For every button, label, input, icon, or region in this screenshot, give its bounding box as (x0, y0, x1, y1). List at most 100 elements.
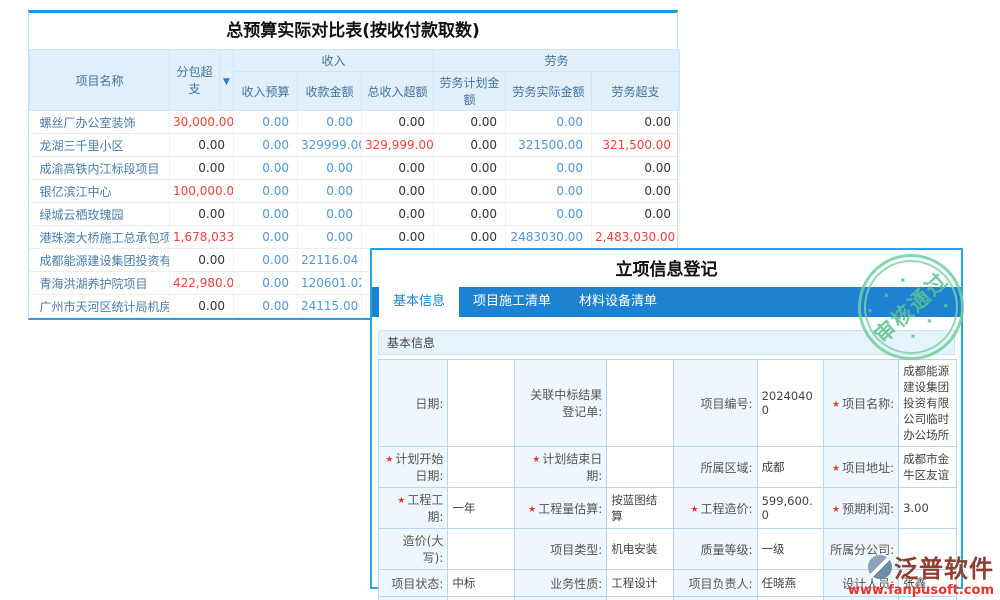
col-header-receipt-amount[interactable]: 收款金额 (298, 72, 362, 111)
col-header-labor-overrun[interactable]: 劳务超支 (592, 72, 680, 111)
field-value[interactable] (448, 447, 514, 488)
amount-cell: 321,500.00 (592, 134, 680, 157)
field-value[interactable]: 一年 (448, 488, 514, 529)
field-value[interactable] (607, 360, 673, 447)
field-value[interactable] (607, 447, 673, 488)
field-value[interactable]: 成都 (757, 447, 823, 488)
vendor-name: 泛普软件 (894, 549, 994, 584)
field-label: 项目编号: (673, 360, 757, 447)
amount-cell: 0.00 (234, 272, 298, 295)
field-label: 项目状态: (379, 570, 448, 597)
field-label: 业务性质: (514, 570, 606, 597)
dialog-tab-0[interactable]: 基本信息 (379, 287, 459, 317)
project-name-cell[interactable]: 绿城云栖玫瑰园 (30, 203, 170, 226)
amount-cell: 0.00 (362, 157, 434, 180)
amount-cell: 0.00 (170, 295, 234, 318)
form-row: ★计划开始日期:★计划结束日期:所属区域:成都★项目地址:成都市金牛区友谊 (379, 447, 957, 488)
required-icon: ★ (832, 505, 840, 515)
field-label: ★项目名称: (824, 360, 899, 447)
amount-cell: 0.00 (234, 203, 298, 226)
amount-cell: 0.00 (434, 157, 506, 180)
col-header-subcontract-overrun[interactable]: 分包超支 (170, 50, 220, 111)
project-name-cell[interactable]: 广州市天河区统计局机房改造 (30, 295, 170, 318)
amount-cell: 0.00 (434, 134, 506, 157)
field-label: ★工程量估算: (514, 488, 606, 529)
amount-cell: 0.00 (234, 157, 298, 180)
project-name-cell[interactable]: 螺丝厂办公室装饰 (30, 111, 170, 134)
amount-cell: 0.00 (234, 111, 298, 134)
amount-cell: 0.00 (298, 226, 362, 249)
field-label: ★工程工期: (379, 488, 448, 529)
field-value[interactable]: 邓琴 (607, 597, 673, 600)
table-row: 绿城云栖玫瑰园0.000.000.000.000.000.000.00 (30, 203, 680, 226)
sort-down-icon[interactable]: ▼ (223, 77, 230, 87)
dialog-tab-2[interactable]: 材料设备清单 (565, 287, 671, 317)
dialog-tabbar: 基本信息项目施工清单材料设备清单 (372, 287, 961, 317)
field-value[interactable]: 任晓燕 (757, 570, 823, 597)
field-label: 地勘人员: (514, 597, 606, 600)
field-value[interactable]: 按蓝图结算 (607, 488, 673, 529)
project-name-cell[interactable]: 成渝高铁内江标段项目 (30, 157, 170, 180)
amount-cell: 0.00 (592, 203, 680, 226)
field-value[interactable] (448, 529, 514, 570)
field-label: ★计划开始日期: (379, 447, 448, 488)
amount-cell: 1,678,033.00 (170, 226, 234, 249)
fanpu-logo-icon (868, 555, 892, 579)
project-name-cell[interactable]: 青海洪湖养护院项目 (30, 272, 170, 295)
amount-cell: 0.00 (362, 180, 434, 203)
required-icon: ★ (832, 400, 840, 410)
field-value[interactable]: 工程设计 (607, 570, 673, 597)
amount-cell: 0.00 (434, 111, 506, 134)
amount-cell: 30,000.00 (170, 111, 234, 134)
project-name-cell[interactable]: 港珠澳大桥施工总承包项目 (30, 226, 170, 249)
field-value[interactable]: 599,600.0 (757, 488, 823, 529)
table-row: 螺丝厂办公室装饰30,000.000.000.000.000.000.000.0… (30, 111, 680, 134)
field-value[interactable] (757, 597, 823, 600)
amount-cell: 0.00 (434, 226, 506, 249)
amount-cell: 0.00 (362, 226, 434, 249)
dialog-tab-1[interactable]: 项目施工清单 (459, 287, 565, 317)
col-header-labor-actual[interactable]: 劳务实际金额 (506, 72, 592, 111)
required-icon: ★ (690, 505, 698, 515)
amount-cell: 0.00 (234, 226, 298, 249)
sort-arrow-cell[interactable]: ▼ (220, 50, 234, 111)
field-value[interactable]: 成都市金牛区友谊 (899, 447, 957, 488)
amount-cell: 24115.00 (298, 295, 362, 318)
field-value[interactable]: 中标 (448, 570, 514, 597)
table-row: 银亿滨江中心100,000.000.000.000.000.000.000.00 (30, 180, 680, 203)
project-name-cell[interactable]: 成都能源建设集团投资有限公司 (30, 249, 170, 272)
required-icon: ★ (385, 455, 393, 465)
project-name-cell[interactable]: 银亿滨江中心 (30, 180, 170, 203)
amount-cell: 0.00 (362, 111, 434, 134)
amount-cell: 0.00 (170, 134, 234, 157)
group-header-labor: 劳务 (434, 50, 680, 72)
amount-cell: 0.00 (362, 203, 434, 226)
field-value[interactable]: 一级 (757, 529, 823, 570)
field-label: 造价(大写): (379, 529, 448, 570)
amount-cell: 0.00 (170, 249, 234, 272)
field-value[interactable] (448, 360, 514, 447)
field-value[interactable]: 机电安装 (607, 529, 673, 570)
field-value[interactable]: 陈丹 (448, 597, 514, 600)
field-value[interactable]: 20240400 (757, 360, 823, 447)
amount-cell: 0.00 (592, 157, 680, 180)
col-header-labor-planned[interactable]: 劳务计划金额 (434, 72, 506, 111)
amount-cell: 0.00 (506, 157, 592, 180)
app-page: 总预算实际对比表(按收付款取数) 项目名称 分包超支 ▼ 收入 劳务 收 (0, 0, 1000, 600)
amount-cell: 422,980.00 (170, 272, 234, 295)
amount-cell: 0.00 (592, 180, 680, 203)
section-header-basic-info: 基本信息 (378, 330, 955, 355)
col-header-total-income-excess[interactable]: 总收入超额 (362, 72, 434, 111)
field-value[interactable]: 3.00 (899, 488, 957, 529)
amount-cell: 329999.00 (298, 134, 362, 157)
amount-cell: 0.00 (506, 203, 592, 226)
project-name-cell[interactable]: 龙湖三千里小区 (30, 134, 170, 157)
group-header-income: 收入 (234, 50, 434, 72)
amount-cell: 2,483,030.00 (592, 226, 680, 249)
field-label: 项目负责人: (673, 570, 757, 597)
table-row: 龙湖三千里小区0.000.00329999.00329,999.000.0032… (30, 134, 680, 157)
field-value[interactable]: 成都能源建设集团投资有限公司临时办公场所 (899, 360, 957, 447)
field-label: 日期: (379, 360, 448, 447)
col-header-income-budget[interactable]: 收入预算 (234, 72, 298, 111)
field-label: ★预期利润: (824, 488, 899, 529)
